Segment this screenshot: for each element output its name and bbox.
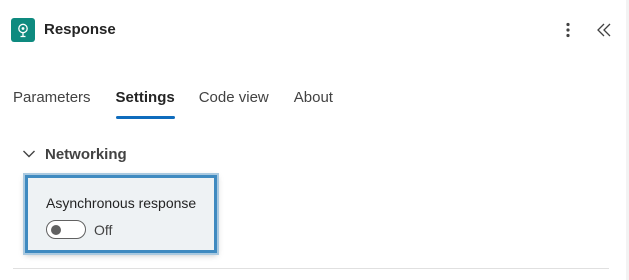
tab-settings[interactable]: Settings (115, 88, 175, 119)
tab-parameters[interactable]: Parameters (13, 88, 91, 118)
response-action-icon (11, 18, 35, 42)
tab-about-label: About (293, 89, 333, 106)
selected-tab-indicator (115, 116, 175, 119)
toggle-knob (51, 225, 61, 235)
tab-parameters-label: Parameters (13, 89, 91, 106)
more-options-button[interactable] (559, 19, 577, 41)
panel-header: Response (0, 0, 629, 60)
asynchronous-response-toggle[interactable] (46, 220, 86, 239)
chevron-down-icon (21, 146, 37, 162)
section-divider (13, 268, 609, 269)
panel-title: Response (44, 21, 116, 38)
networking-section-toggle[interactable]: Networking (21, 143, 127, 165)
tab-code-view-label: Code view (198, 89, 269, 106)
tab-bar: Parameters Settings Code view About (13, 88, 333, 122)
tab-code-view[interactable]: Code view (199, 88, 269, 118)
tab-about[interactable]: About (294, 88, 333, 118)
more-vertical-icon (566, 22, 570, 38)
asynchronous-response-setting: Asynchronous response Off (25, 175, 217, 253)
toggle-state-label: Off (94, 222, 113, 238)
setting-label: Asynchronous response (46, 195, 197, 211)
tab-settings-label: Settings (115, 89, 175, 106)
double-chevron-left-icon (597, 23, 611, 37)
settings-panel: Response Parameters Settings Code view A… (0, 0, 629, 280)
collapse-panel-button[interactable] (594, 19, 614, 41)
section-title: Networking (45, 145, 127, 163)
